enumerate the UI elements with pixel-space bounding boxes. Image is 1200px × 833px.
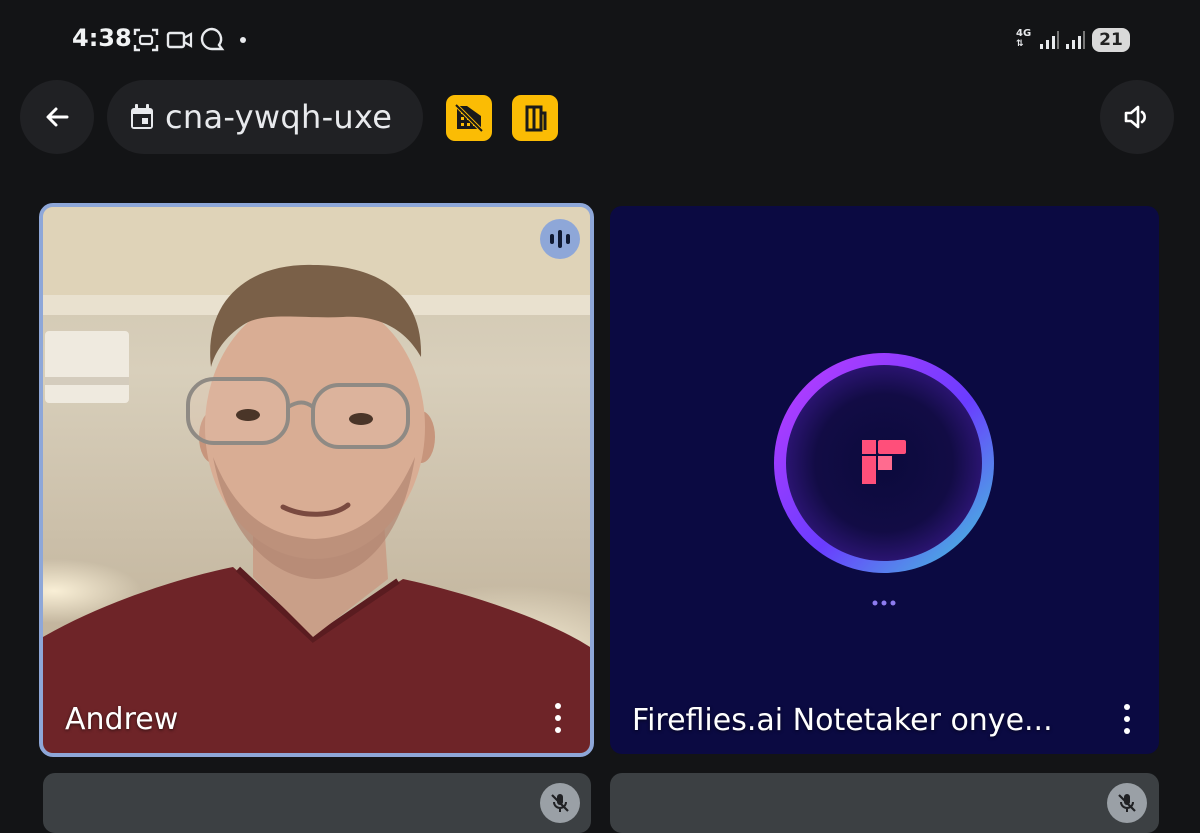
notification-dot [240, 37, 246, 43]
speaking-indicator-icon [540, 219, 580, 259]
participant-tile-andrew[interactable]: Andrew [39, 203, 594, 757]
fireflies-avatar [774, 353, 994, 606]
participant-tile-fireflies[interactable]: Fireflies.ai Notetaker onye... [610, 206, 1159, 754]
battery-indicator: 21 [1092, 28, 1130, 52]
participant-name: Andrew [65, 702, 179, 737]
meeting-info-button[interactable]: cna-ywqh-uxe [107, 80, 423, 154]
mic-off-icon [1107, 783, 1147, 823]
host-controls-icon [454, 103, 484, 133]
more-options-button[interactable] [1123, 704, 1131, 734]
signal-strength-icon [1040, 31, 1059, 49]
participant-tile[interactable] [43, 773, 591, 833]
mic-off-icon [540, 783, 580, 823]
signal-strength-icon [1066, 31, 1085, 49]
room-badge[interactable] [512, 95, 558, 141]
speaker-icon [1124, 105, 1146, 129]
room-icon [525, 105, 547, 132]
screenshot-icon [133, 28, 159, 52]
audio-output-button[interactable] [1100, 80, 1174, 154]
calendar-icon [131, 104, 153, 129]
chat-bubble-icon [200, 27, 225, 51]
more-options-button[interactable] [554, 703, 562, 733]
more-vert-icon [555, 703, 561, 709]
host-controls-badge[interactable] [446, 95, 492, 141]
back-arrow-icon [46, 107, 69, 127]
status-bar: 4:38 4G ⇅ 21 [0, 0, 1200, 80]
participant-tile[interactable] [610, 773, 1159, 833]
back-button[interactable] [20, 80, 94, 154]
status-time: 4:38 [72, 24, 132, 52]
more-vert-icon [1124, 704, 1130, 710]
participant-name: Fireflies.ai Notetaker onye... [632, 703, 1053, 738]
network-4g-indicator: 4G ⇅ [1016, 28, 1032, 50]
meeting-code: cna-ywqh-uxe [165, 98, 393, 136]
participant-video [43, 207, 590, 753]
network-type-label: 4G [1016, 28, 1032, 39]
video-icon [166, 31, 193, 49]
